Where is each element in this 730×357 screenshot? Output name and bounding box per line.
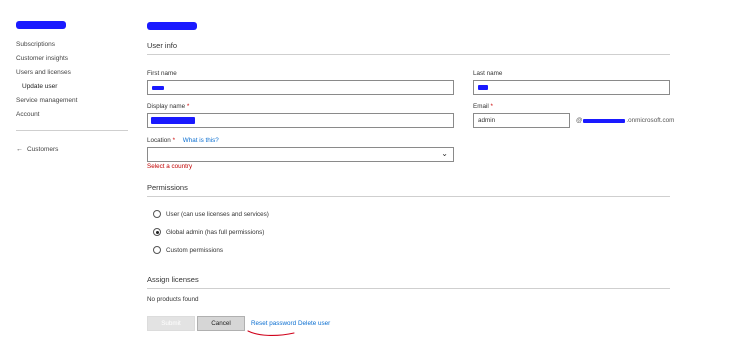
redacted-display-name — [151, 117, 195, 124]
sidebar-item-users-and-licenses[interactable]: Users and licenses — [16, 69, 71, 76]
radio-button-selected[interactable] — [153, 228, 161, 236]
last-name-label: Last name — [473, 70, 503, 77]
last-name-field[interactable] — [473, 80, 670, 95]
redacted-last-name — [478, 85, 488, 90]
location-label: Location * What is this? — [147, 137, 219, 144]
permission-option-global-admin[interactable]: Global admin (has full permissions) — [153, 228, 264, 236]
what-is-this-link[interactable]: What is this? — [183, 137, 219, 144]
sidebar-item-account[interactable]: Account — [16, 111, 40, 118]
redacted-first-name — [152, 86, 164, 90]
section-divider-permissions — [147, 196, 670, 197]
cancel-button[interactable]: Cancel — [197, 316, 245, 331]
display-name-field[interactable] — [147, 113, 454, 128]
submit-button[interactable]: Submit — [147, 316, 195, 331]
radio-button[interactable] — [153, 210, 161, 218]
section-title-user-info: User info — [147, 41, 178, 50]
chevron-down-icon: ⌄ — [441, 149, 448, 158]
arrow-left-icon: ← — [16, 146, 23, 153]
section-divider-licenses — [147, 288, 670, 289]
delete-user-link[interactable]: Delete user — [298, 320, 330, 327]
location-error: Select a country — [147, 163, 193, 170]
first-name-field[interactable] — [147, 80, 454, 95]
sidebar-item-customer-insights[interactable]: Customer insights — [16, 55, 68, 62]
redacted-account-name — [16, 21, 66, 29]
first-name-label: First name — [147, 70, 177, 77]
display-name-label-text: Display name — [147, 103, 186, 110]
sidebar-item-service-management[interactable]: Service management — [16, 97, 77, 104]
sidebar-item-update-user[interactable]: Update user — [22, 83, 57, 90]
sidebar-divider — [16, 130, 128, 131]
email-domain: @ .onmicrosoft.com — [576, 117, 674, 124]
display-name-label: Display name * — [147, 103, 189, 110]
section-title-permissions: Permissions — [147, 183, 188, 192]
redacted-domain — [583, 118, 626, 123]
reset-password-link[interactable]: Reset password — [251, 320, 296, 327]
required-mark: * — [186, 103, 190, 110]
location-select[interactable]: ⌄ — [147, 147, 454, 162]
required-mark: * — [490, 103, 493, 110]
back-to-customers-link[interactable]: ← Customers — [16, 146, 58, 153]
email-label-text: Email — [473, 103, 489, 110]
section-title-assign-licenses: Assign licenses — [147, 275, 199, 284]
permission-label: User (can use licenses and services) — [166, 210, 269, 218]
domain-suffix: .onmicrosoft.com — [626, 117, 675, 124]
radio-button[interactable] — [153, 246, 161, 254]
back-label: Customers — [27, 146, 59, 153]
domain-prefix: @ — [576, 117, 583, 124]
location-label-text: Location — [147, 137, 171, 144]
required-mark: * — [172, 137, 176, 144]
redacted-page-title — [147, 22, 197, 30]
email-field[interactable]: admin — [473, 113, 570, 128]
permission-option-custom[interactable]: Custom permissions — [153, 246, 223, 254]
sidebar-item-subscriptions[interactable]: Subscriptions — [16, 41, 55, 48]
permission-label: Global admin (has full permissions) — [166, 228, 265, 236]
permission-option-user[interactable]: User (can use licenses and services) — [153, 210, 269, 218]
email-label: Email * — [473, 103, 493, 110]
no-products-text: No products found — [147, 296, 199, 303]
section-divider-user-info — [147, 54, 670, 55]
annotation-underline — [247, 330, 295, 336]
permission-label: Custom permissions — [166, 246, 224, 254]
